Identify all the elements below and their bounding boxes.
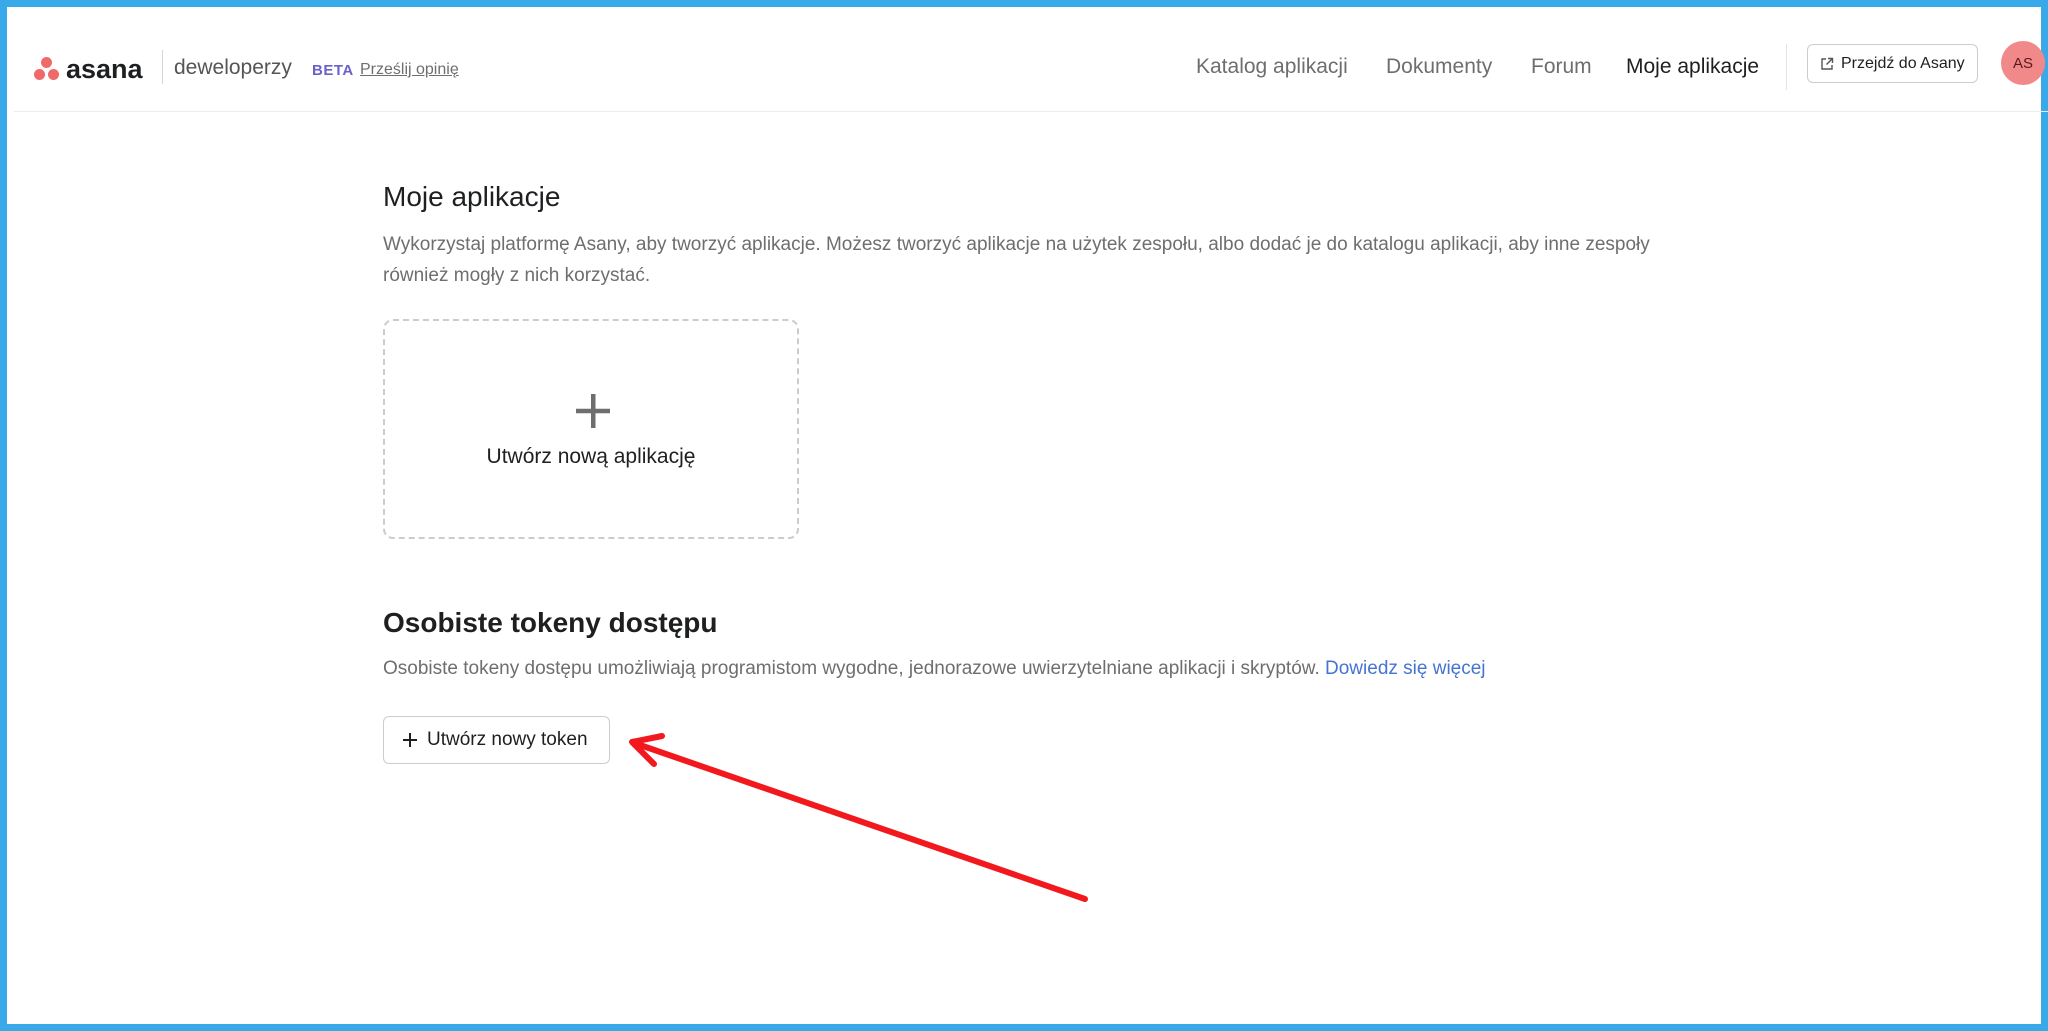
annotation-arrow (629, 733, 1088, 902)
